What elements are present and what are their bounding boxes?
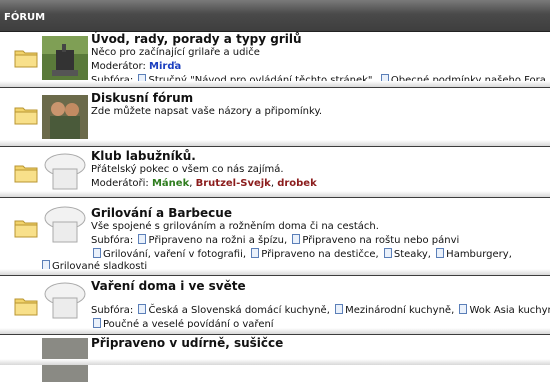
forum-title[interactable]: Vaření doma i ve světe <box>91 279 550 293</box>
subforum-link[interactable]: Grilované sladkosti <box>52 261 147 272</box>
document-icon <box>335 304 344 314</box>
document-icon <box>251 248 260 258</box>
moderators-line: Moderátor: Mirďa <box>91 60 550 74</box>
moderator-link[interactable]: Brutzel-Svejk <box>196 178 271 189</box>
subforum-link[interactable]: Steaky <box>394 249 428 260</box>
subforum-link[interactable]: Připraveno na rožni a špízu <box>148 235 283 246</box>
forum-row: Vaření doma i ve světe Subfóra: Česká a … <box>0 276 550 335</box>
subforums-line: Subfóra: Připraveno na rožni a špízu, Př… <box>91 234 460 246</box>
forum-header: FÓRUM <box>0 0 550 32</box>
subforum-link[interactable]: Stručný "Návod pro ovládání těchto strán… <box>148 75 372 86</box>
forum-description: Vše spojené s grilováním a rožněním doma… <box>91 221 379 232</box>
subforums-line: Poučné a veselé povídání o vaření <box>91 318 550 332</box>
forum-description: Něco pro začínající grilaře a udiče <box>91 47 260 58</box>
forum-row: Úvod, rady, porady a typy grilů Něco pro… <box>0 32 550 88</box>
folder-icon <box>14 165 38 183</box>
chef-hat-icon <box>44 206 86 243</box>
subforum-link[interactable]: Česká a Slovenská domácí kuchyně <box>148 305 326 316</box>
forum-description: Zde můžete napsat vaše názory a připomín… <box>91 106 323 117</box>
forum-row: Klub labužníků. Přátelský pokec o všem c… <box>0 147 550 198</box>
document-icon <box>138 74 147 84</box>
chef-hat-icon <box>44 282 86 319</box>
document-icon <box>459 304 468 314</box>
folder-icon <box>14 298 38 316</box>
moderator-link[interactable]: drobek <box>277 178 317 189</box>
subforum-link[interactable]: Připraveno na destičce <box>261 249 375 260</box>
folder-icon <box>14 50 38 68</box>
folder-icon <box>14 220 38 238</box>
moderators-line: Moderátoři: Mánek, Brutzel-Svejk, drobek <box>91 178 317 189</box>
subforum-link[interactable]: Grilování, vaření v fotografii <box>103 249 243 260</box>
folder-icon <box>14 107 38 125</box>
forum-title[interactable]: Úvod, rady, porady a typy grilů <box>91 32 550 46</box>
forum-description: Přátelský pokec o všem co nás zajímá. <box>91 164 284 175</box>
subforum-link[interactable]: Poučné a veselé povídání o vaření <box>103 319 274 330</box>
forum-title[interactable]: Klub labužníků. <box>91 149 550 163</box>
subforum-link[interactable]: Wok Asia kuchyně <box>469 305 550 316</box>
forum-row: Připraveno v udírně, sušičce <box>0 335 550 382</box>
subforums-label: Subfóra: <box>91 305 134 316</box>
subforums-line: Subfóra: Stručný "Návod pro ovládání těc… <box>91 74 546 86</box>
document-icon <box>138 304 147 314</box>
moderator-label: Moderátor: <box>91 61 146 72</box>
forum-thumbnail <box>42 338 88 382</box>
forum-thumbnail <box>42 95 88 139</box>
subforum-link[interactable]: Hamburgery <box>446 249 509 260</box>
forum-row: Diskusní fórum Zde můžete napsat vaše ná… <box>0 88 550 147</box>
subforums-line: Subfóra: Česká a Slovenská domácí kuchyn… <box>91 304 550 318</box>
chef-hat-icon <box>44 153 86 190</box>
subforum-link[interactable]: Obecné podmínky našeho Fora <box>391 75 546 86</box>
document-icon <box>380 74 389 84</box>
subforums-label: Subfóra: <box>91 75 134 86</box>
document-icon <box>383 248 392 258</box>
subforum-link[interactable]: Připraveno na roštu nebo pánvi <box>302 235 459 246</box>
document-icon <box>436 248 445 258</box>
document-icon <box>93 248 101 258</box>
forum-title[interactable]: Diskusní fórum <box>91 91 550 105</box>
forum-header-title: FÓRUM <box>4 12 46 23</box>
document-icon <box>93 318 101 328</box>
forum-row: Grilování a Barbecue Vše spojené s grilo… <box>0 198 550 276</box>
subforums-label: Subfóra: <box>91 235 134 246</box>
forum-thumbnail <box>42 36 88 80</box>
document-icon <box>138 234 147 244</box>
forum-title[interactable]: Grilování a Barbecue <box>91 206 550 220</box>
subforums-line: Grilování, vaření v fotografii, Připrave… <box>91 248 550 262</box>
subforums-line: Grilované sladkosti <box>40 260 147 274</box>
document-icon <box>42 260 50 270</box>
moderator-link[interactable]: Mánek <box>152 178 189 189</box>
moderator-label: Moderátoři: <box>91 178 149 189</box>
forum-title[interactable]: Připraveno v udírně, sušičce <box>91 336 550 350</box>
subforum-link[interactable]: Mezinárodní kuchyně <box>345 305 451 316</box>
moderator-link[interactable]: Mirďa <box>149 61 181 72</box>
document-icon <box>292 234 301 244</box>
